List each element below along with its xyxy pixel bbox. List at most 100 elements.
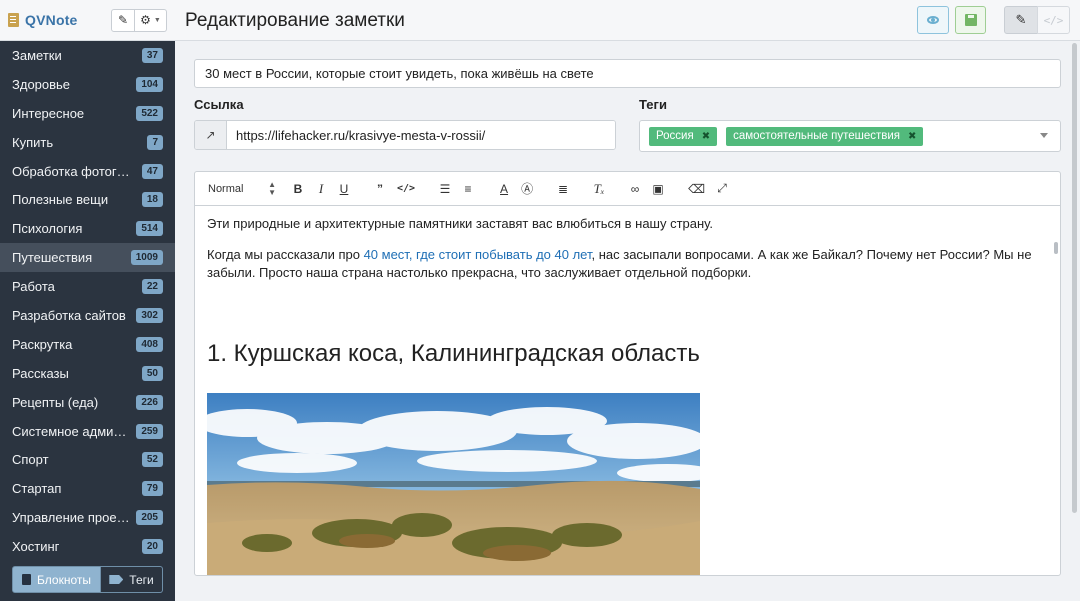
background-color-icon[interactable]: Ⓐ bbox=[521, 180, 533, 197]
quote-icon[interactable]: ” bbox=[374, 182, 386, 196]
note-count-badge: 79 bbox=[141, 481, 163, 497]
sidebar-view-switch: Блокноты Теги bbox=[12, 566, 163, 593]
ordered-list-icon[interactable]: ☰ bbox=[439, 182, 451, 196]
open-link-button[interactable]: ↗ bbox=[195, 121, 227, 149]
tags-select[interactable]: Россия ✖ самостоятельные путешествия ✖ bbox=[639, 120, 1061, 152]
editor-content[interactable]: Эти природные и архитектурные памятники … bbox=[195, 206, 1060, 575]
sidebar-item-label: Здоровье bbox=[12, 76, 71, 92]
sidebar-item-label: Обработка фотографий bbox=[12, 163, 136, 179]
chevron-down-icon: ▼ bbox=[153, 16, 161, 24]
italic-icon[interactable]: I bbox=[315, 181, 327, 197]
image-icon[interactable]: ▣ bbox=[652, 182, 664, 196]
external-link-icon: ↗ bbox=[205, 128, 216, 142]
sidebar-item-label: Рецепты (еда) bbox=[12, 394, 99, 410]
tag-chip: Россия ✖ bbox=[649, 126, 718, 146]
bullet-list-icon[interactable]: ≡ bbox=[462, 182, 474, 196]
sidebar-item[interactable]: Полезные вещи 18 bbox=[0, 185, 175, 214]
source-mode-button[interactable]: </> bbox=[1037, 6, 1070, 34]
note-count-badge: 7 bbox=[147, 134, 163, 150]
notebook-icon bbox=[22, 574, 32, 585]
paragraph: Эти природные и архитектурные памятники … bbox=[207, 216, 713, 231]
preview-button[interactable] bbox=[917, 6, 949, 34]
landscape-photo bbox=[207, 393, 700, 575]
paragraph: Когда мы рассказали про 40 мест, где сто… bbox=[207, 246, 1048, 282]
sidebar-item[interactable]: Психология 514 bbox=[0, 214, 175, 243]
note-count-badge: 22 bbox=[141, 279, 163, 295]
link-label: Ссылка bbox=[194, 97, 244, 112]
underline-icon[interactable]: U bbox=[338, 182, 350, 196]
sidebar-item[interactable]: Разработка сайтов 302 bbox=[0, 301, 175, 330]
sidebar-item-label: Рассказы bbox=[12, 365, 69, 381]
pencil-square-icon: ✎ bbox=[117, 13, 129, 27]
sidebar-item[interactable]: Управление проектами 205 bbox=[0, 503, 175, 532]
top-bar: Редактирование заметки ✎ </> bbox=[175, 0, 1080, 41]
sidebar-item-label: Спорт bbox=[12, 452, 49, 468]
editor-scrollbar[interactable] bbox=[1054, 242, 1058, 254]
pencil-square-icon: ✎ bbox=[1015, 12, 1027, 27]
note-count-badge: 408 bbox=[136, 336, 163, 352]
code-icon[interactable]: </> bbox=[397, 183, 415, 194]
note-count-badge: 52 bbox=[141, 452, 163, 468]
sidebar-item-label: Хостинг bbox=[12, 539, 60, 555]
fullscreen-icon[interactable]: ⤢ bbox=[716, 181, 728, 196]
settings-button[interactable]: ⚙ ▼ bbox=[135, 8, 167, 32]
page-scrollbar[interactable] bbox=[1072, 43, 1077, 513]
note-title-input[interactable] bbox=[194, 59, 1061, 88]
chevron-down-icon[interactable] bbox=[1040, 133, 1048, 138]
sidebar-item-label: Системное администрирование bbox=[12, 423, 130, 439]
notebook-list: Заметки 37 Здоровье 104 Интересное 522 Купить 7… bbox=[0, 41, 175, 561]
new-note-button[interactable]: ✎ bbox=[111, 8, 135, 32]
article-link[interactable]: 40 мест, где стоит побывать до 40 лет bbox=[364, 247, 592, 262]
sidebar-item[interactable]: Стартап 79 bbox=[0, 474, 175, 503]
sidebar-item[interactable]: Здоровье 104 bbox=[0, 70, 175, 99]
note-count-badge: 226 bbox=[136, 394, 163, 410]
app-logo-text: QVNote bbox=[25, 12, 78, 28]
tags-button[interactable]: Теги bbox=[101, 566, 163, 593]
sidebar-item[interactable]: Обработка фотографий 47 bbox=[0, 157, 175, 186]
sidebar-item[interactable]: Системное администрирование 259 bbox=[0, 417, 175, 446]
code-icon: </> bbox=[1043, 13, 1064, 27]
clear-format-icon[interactable]: Tₓ bbox=[593, 181, 605, 197]
eraser-icon[interactable]: ⌫ bbox=[688, 182, 705, 196]
tag-chip-label: Россия bbox=[656, 130, 694, 142]
sidebar-item[interactable]: Рецепты (еда) 226 bbox=[0, 388, 175, 417]
rich-text-editor: Normal ▲ ▼ B I U ” </> ☰ ≡ A Ⓐ ≣ Tₓ ∞ ▣ ⌫… bbox=[194, 171, 1061, 576]
sidebar-item[interactable]: Хостинг 20 bbox=[0, 532, 175, 561]
sidebar-item-label: Купить bbox=[12, 134, 54, 150]
note-count-badge: 205 bbox=[136, 510, 163, 526]
notebooks-button-label: Блокноты bbox=[37, 572, 91, 587]
remove-tag-icon[interactable]: ✖ bbox=[908, 131, 916, 142]
note-count-badge: 514 bbox=[136, 221, 163, 237]
sidebar-item[interactable]: Работа 22 bbox=[0, 272, 175, 301]
notebooks-button[interactable]: Блокноты bbox=[12, 566, 101, 593]
sidebar-item[interactable]: Заметки 37 bbox=[0, 41, 175, 70]
updown-arrows-icon: ▲ ▼ bbox=[268, 179, 276, 197]
font-color-icon[interactable]: A bbox=[498, 182, 510, 196]
gear-icon: ⚙ bbox=[140, 13, 151, 27]
note-editor-panel: Ссылка Теги ↗ Россия ✖ самостоятельные п… bbox=[175, 41, 1080, 601]
sidebar-item[interactable]: Раскрутка 408 bbox=[0, 330, 175, 359]
sidebar-item[interactable]: Спорт 52 bbox=[0, 445, 175, 474]
sidebar-item[interactable]: Путешествия 1009 bbox=[0, 243, 175, 273]
align-icon[interactable]: ≣ bbox=[557, 182, 569, 196]
note-count-badge: 37 bbox=[141, 47, 163, 63]
text-span: Когда мы рассказали про bbox=[207, 247, 364, 262]
note-count-badge: 259 bbox=[136, 423, 163, 439]
sidebar-item-label: Заметки bbox=[12, 47, 62, 63]
notebook-logo-icon bbox=[8, 13, 19, 27]
note-count-badge: 20 bbox=[141, 539, 163, 555]
sidebar-item-label: Психология bbox=[12, 221, 83, 237]
section-heading: 1. Куршская коса, Калининградская област… bbox=[207, 340, 700, 367]
link-input[interactable] bbox=[227, 121, 615, 149]
wysiwyg-mode-button[interactable]: ✎ bbox=[1004, 6, 1038, 34]
remove-tag-icon[interactable]: ✖ bbox=[702, 131, 710, 142]
sidebar-item[interactable]: Рассказы 50 bbox=[0, 359, 175, 388]
format-select[interactable]: Normal ▲ ▼ bbox=[208, 179, 276, 197]
save-button[interactable] bbox=[955, 6, 986, 34]
bold-icon[interactable]: B bbox=[292, 182, 304, 196]
link-icon[interactable]: ∞ bbox=[629, 182, 641, 196]
sidebar-item-label: Интересное bbox=[12, 105, 85, 121]
sidebar-item[interactable]: Интересное 522 bbox=[0, 99, 175, 128]
tags-label: Теги bbox=[639, 97, 667, 112]
sidebar-item[interactable]: Купить 7 bbox=[0, 128, 175, 157]
